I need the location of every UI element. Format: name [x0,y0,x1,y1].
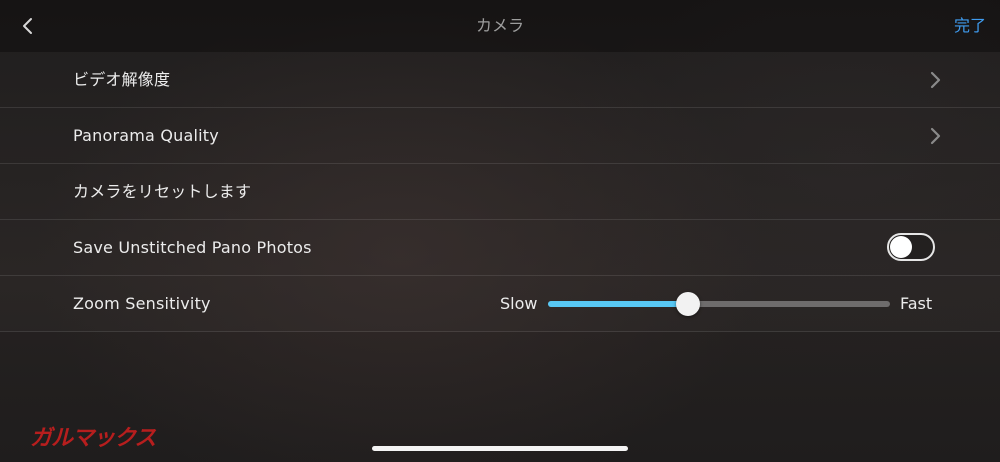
panorama-quality-label: Panorama Quality [73,126,219,145]
save-unstitched-toggle[interactable] [887,233,935,261]
slider-thumb[interactable] [676,292,701,316]
video-resolution-row[interactable]: ビデオ解像度 [0,52,1000,108]
page-title: カメラ [475,16,524,35]
settings-list: ビデオ解像度 Panorama Quality カメラをリセットします Save… [0,52,1000,332]
chevron-right-icon [930,71,941,89]
slider-min-label: Slow [500,294,538,313]
toggle-knob [890,236,912,258]
zoom-sensitivity-row: Zoom Sensitivity Slow Fast [0,276,1000,332]
done-button[interactable]: 完了 [954,0,986,52]
video-resolution-label: ビデオ解像度 [73,70,171,89]
zoom-sensitivity-label: Zoom Sensitivity [73,294,211,313]
slider-fill [548,301,689,307]
reset-camera-label: カメラをリセットします [73,182,252,201]
save-unstitched-row: Save Unstitched Pano Photos [0,220,1000,276]
watermark-logo: ガルマックス [30,426,156,451]
home-indicator[interactable] [372,446,628,451]
chevron-right-icon [930,127,941,145]
save-unstitched-label: Save Unstitched Pano Photos [73,238,312,257]
panorama-quality-row[interactable]: Panorama Quality [0,108,1000,164]
slider-max-label: Fast [900,294,933,313]
reset-camera-row[interactable]: カメラをリセットします [0,164,1000,220]
zoom-sensitivity-slider[interactable] [548,292,890,316]
nav-bar: カメラ 完了 [0,0,1000,52]
